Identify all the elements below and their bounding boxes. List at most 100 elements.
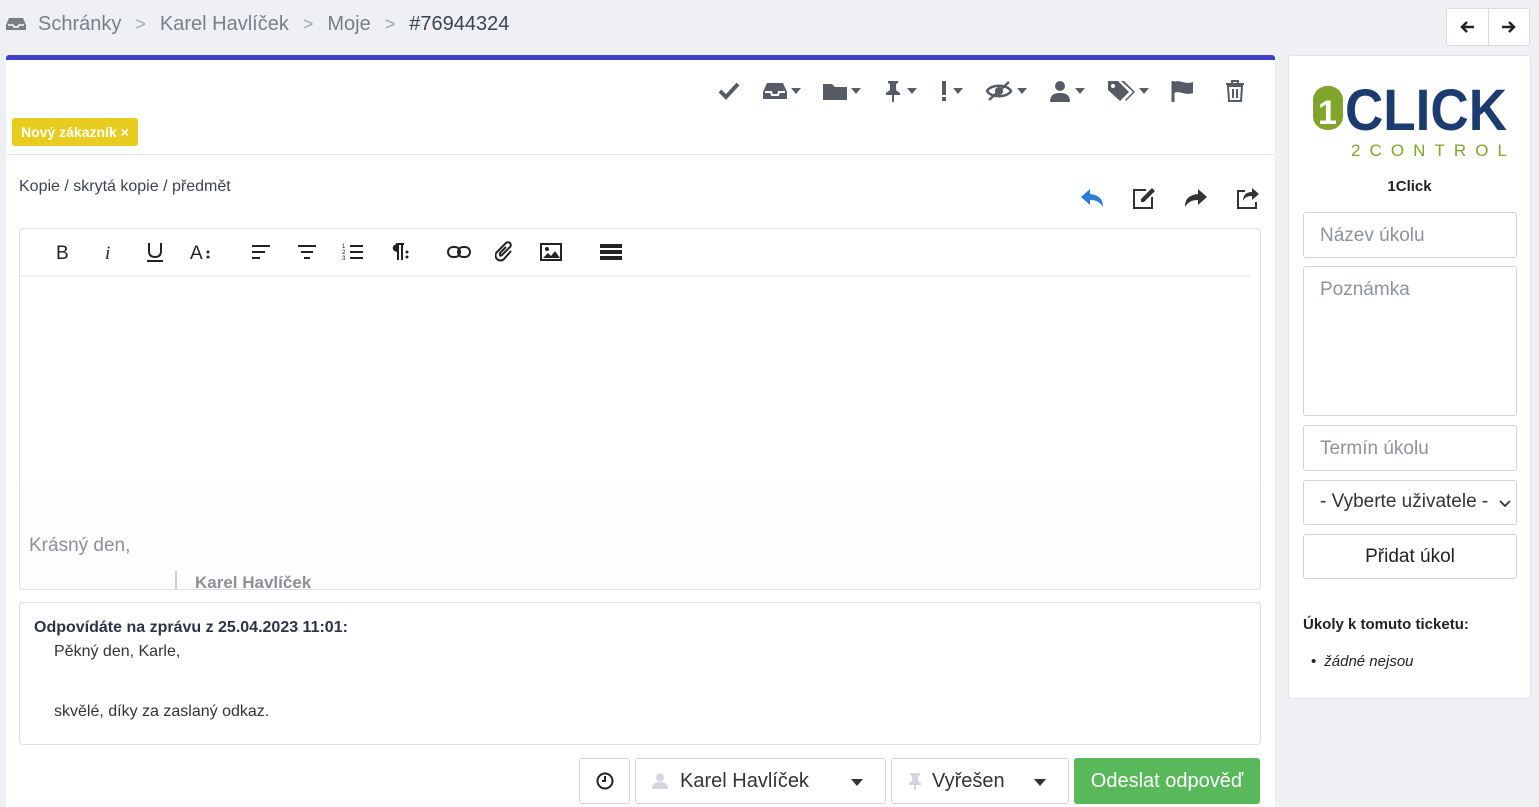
tasks-empty-text: žádné nejsou <box>1324 653 1414 670</box>
1click-logo: 1 CLICK 2CONTROL <box>1313 80 1507 160</box>
ticket-toolbar <box>695 74 1245 108</box>
divider <box>6 154 1275 155</box>
svg-text:1: 1 <box>1318 94 1337 132</box>
chevron-down-icon <box>791 88 801 94</box>
chevron-down-icon <box>907 88 917 94</box>
caret-down-icon <box>851 779 863 786</box>
signature-bar <box>175 571 177 589</box>
user-icon <box>652 773 668 789</box>
send-controls: Karel Havlíček Vyřešen Odeslat odpověď <box>579 758 1260 804</box>
chevron-down-icon <box>1499 500 1511 508</box>
attachment-button[interactable] <box>482 241 528 263</box>
check-icon <box>718 82 740 100</box>
status-select[interactable]: Vyřešen <box>891 758 1069 804</box>
resolve-button[interactable] <box>717 81 741 101</box>
flag-button[interactable] <box>1171 80 1195 102</box>
ordered-list-button[interactable]: 123 <box>330 243 376 261</box>
breadcrumb-item-inboxes[interactable]: Schránky <box>38 13 121 36</box>
paragraph-button[interactable] <box>376 243 422 261</box>
editor-greeting: Krásný den, <box>29 535 131 556</box>
chevron-down-icon <box>1017 88 1027 94</box>
breadcrumb-item-user[interactable]: Karel Havlíček <box>160 13 289 36</box>
previous-ticket-button[interactable] <box>1447 9 1489 45</box>
forward-button[interactable] <box>1170 187 1222 209</box>
breadcrumb-item-mine[interactable]: Moje <box>327 13 370 36</box>
cc-bcc-subject-link[interactable]: Kopie / skrytá kopie / předmět <box>19 178 231 196</box>
share-button[interactable] <box>1222 187 1274 209</box>
task-note-textarea[interactable]: Poznámka <box>1303 266 1517 416</box>
status-select-value: Vyřešen <box>932 769 1005 792</box>
next-ticket-button[interactable] <box>1489 9 1530 45</box>
schedule-button[interactable] <box>579 758 630 804</box>
priority-dropdown[interactable] <box>939 80 963 102</box>
exclamation-icon <box>942 81 946 101</box>
edit-icon <box>1133 188 1155 209</box>
tasks-heading: Úkoly k tomuto ticketu: <box>1303 616 1469 633</box>
paperclip-icon <box>495 241 512 262</box>
underline-icon <box>147 243 163 262</box>
task-user-select-value: - Vyberte uživatele - <box>1320 491 1489 512</box>
folder-icon <box>823 84 847 100</box>
add-task-button[interactable]: Přidat úkol <box>1303 534 1517 579</box>
quoted-message-header: Odpovídáte na zprávu z 25.04.2023 11:01: <box>34 619 348 636</box>
template-button[interactable] <box>588 243 634 261</box>
quoted-message-line: Pěkný den, Karle, <box>54 643 181 660</box>
align-left-icon <box>252 245 270 259</box>
font-size-button[interactable]: A <box>178 243 224 261</box>
chevron-down-icon <box>851 88 861 94</box>
align-left-button[interactable] <box>238 244 284 260</box>
tasks-list-item: • žádné nejsou <box>1311 653 1414 670</box>
paragraph-icon <box>392 243 409 260</box>
chevron-down-icon <box>1075 88 1085 94</box>
reply-editor[interactable]: B i A 123 Krásný den, Karel Havlíček <box>19 228 1261 590</box>
italic-icon: i <box>105 243 110 261</box>
ordered-list-icon: 123 <box>342 244 363 261</box>
note-button[interactable] <box>1118 187 1170 209</box>
tag-new-customer[interactable]: Nový zákazník × <box>12 118 138 146</box>
font-size-icon: A <box>190 243 210 261</box>
send-reply-button[interactable]: Odeslat odpověď <box>1074 758 1260 804</box>
align-center-button[interactable] <box>284 244 330 260</box>
integration-name: 1Click <box>1387 178 1432 195</box>
tags-icon <box>1108 81 1135 101</box>
breadcrumb-separator: > <box>135 13 146 34</box>
assign-user-dropdown[interactable] <box>1049 80 1085 102</box>
quoted-message: Odpovídáte na zprávu z 25.04.2023 11:01:… <box>19 602 1261 745</box>
arrow-right-icon <box>1501 21 1516 33</box>
move-inbox-dropdown[interactable] <box>763 81 801 101</box>
user-icon <box>1050 81 1070 102</box>
breadcrumb-separator: > <box>302 13 314 34</box>
image-button[interactable] <box>528 243 574 261</box>
link-button[interactable] <box>436 245 482 259</box>
pin-icon <box>886 81 900 102</box>
assignee-select[interactable]: Karel Havlíček <box>635 758 886 804</box>
visibility-dropdown[interactable] <box>985 81 1027 101</box>
task-name-input[interactable]: Název úkolu <box>1303 212 1517 258</box>
svg-text:CLICK: CLICK <box>1345 80 1507 143</box>
ticket-panel: Nový zákazník × Kopie / skrytá kopie / p… <box>6 55 1275 807</box>
share-icon <box>1237 188 1259 209</box>
clock-icon <box>596 772 613 790</box>
svg-text:i: i <box>105 243 110 261</box>
chevron-down-icon <box>1139 88 1149 94</box>
task-deadline-input[interactable]: Termín úkolu <box>1303 425 1517 471</box>
folder-dropdown[interactable] <box>823 81 861 101</box>
reply-mode-buttons <box>1066 187 1274 209</box>
tags-dropdown[interactable] <box>1107 80 1149 102</box>
assignee-select-value: Karel Havlíček <box>680 769 809 792</box>
delete-button[interactable] <box>1225 80 1245 102</box>
pin-dropdown[interactable] <box>883 80 917 102</box>
bold-button[interactable]: B <box>40 243 86 261</box>
inbox-icon <box>6 18 26 30</box>
italic-button[interactable]: i <box>86 243 132 261</box>
task-user-select[interactable]: - Vyberte uživatele - <box>1303 480 1517 525</box>
reply-button[interactable] <box>1066 187 1118 209</box>
breadcrumb: Schránky > Karel Havlíček > Moje > #7694… <box>0 0 509 48</box>
breadcrumb-current-ticket: #76944324 <box>409 12 510 35</box>
link-icon <box>447 246 471 258</box>
eye-slash-icon <box>985 81 1013 101</box>
svg-text:B: B <box>56 243 69 261</box>
align-center-icon <box>298 245 316 259</box>
breadcrumb-separator: > <box>384 13 396 34</box>
underline-button[interactable] <box>132 242 178 262</box>
